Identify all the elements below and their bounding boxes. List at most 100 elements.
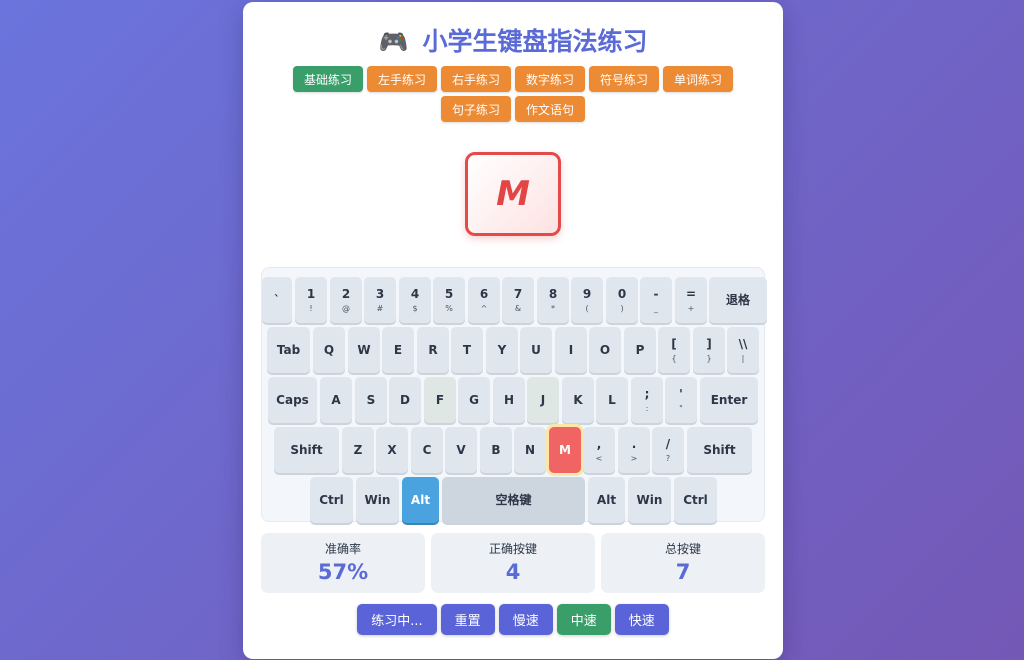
key-sym-0-13[interactable]: 退格: [709, 277, 767, 323]
key-label: 4: [410, 286, 420, 301]
key-alt[interactable]: Alt: [588, 477, 625, 523]
key-label: ;: [644, 386, 650, 401]
key-caps[interactable]: Caps: [268, 377, 317, 423]
key-e[interactable]: E: [382, 327, 414, 373]
key-win[interactable]: Win: [628, 477, 671, 523]
key-shift-label: ": [679, 403, 683, 413]
mode-sentences-button[interactable]: 句子练习: [440, 96, 511, 122]
mode-words-button[interactable]: 单词练习: [663, 66, 734, 92]
key-1[interactable]: 1!: [295, 277, 327, 323]
key-z[interactable]: Z: [342, 427, 374, 473]
key-shift[interactable]: Shift: [274, 427, 339, 473]
key-shift-label: #: [376, 303, 384, 313]
key-p[interactable]: P: [624, 327, 656, 373]
fast-speed-button[interactable]: 快速: [614, 604, 669, 635]
mode-numbers-button[interactable]: 数字练习: [515, 66, 586, 92]
mode-basic-button[interactable]: 基础练习: [292, 66, 363, 92]
key-sym-1-11[interactable]: [{: [658, 327, 690, 373]
key-label: F: [435, 393, 445, 407]
key-h[interactable]: H: [493, 377, 525, 423]
key-label: Z: [353, 443, 363, 457]
key-5[interactable]: 5%: [433, 277, 465, 323]
key-g[interactable]: G: [458, 377, 490, 423]
key-label: 5: [444, 286, 454, 301]
key-label: S: [366, 393, 376, 407]
key-sym-2-10[interactable]: ;:: [631, 377, 663, 423]
mode-symbols-button[interactable]: 符号练习: [589, 66, 660, 92]
key-alt[interactable]: Alt: [402, 477, 439, 523]
key-w[interactable]: W: [348, 327, 380, 373]
key-x[interactable]: X: [376, 427, 408, 473]
key-l[interactable]: L: [596, 377, 628, 423]
key-label: D: [400, 393, 410, 407]
mode-right-hand-button[interactable]: 右手练习: [440, 66, 511, 92]
mode-left-hand-button[interactable]: 左手练习: [366, 66, 437, 92]
key-shift-label: ?: [665, 453, 671, 463]
key-r[interactable]: R: [417, 327, 449, 373]
key-sym-1-12[interactable]: ]}: [693, 327, 725, 373]
key-6[interactable]: 6 ^: [468, 277, 500, 323]
key-m[interactable]: M: [549, 427, 581, 473]
key-sym-3-10[interactable]: /?: [652, 427, 684, 473]
stats-panel: 准确率 57% 正确按键 4 总按键 7: [261, 533, 765, 593]
reset-button[interactable]: 重置: [440, 604, 495, 635]
slow-speed-button[interactable]: 慢速: [498, 604, 553, 635]
key-win[interactable]: Win: [356, 477, 399, 523]
key-v[interactable]: V: [445, 427, 477, 473]
key-8[interactable]: 8 *: [537, 277, 569, 323]
key-shift-label: |: [741, 353, 745, 363]
key-shift[interactable]: Shift: [687, 427, 752, 473]
key-enter[interactable]: Enter: [700, 377, 758, 423]
control-bar: 练习中... 重置 慢速 中速 快速: [243, 604, 783, 635]
key-j[interactable]: J: [527, 377, 559, 423]
key-sym-0-0[interactable]: `: [262, 277, 292, 323]
key-2[interactable]: 2 @: [330, 277, 362, 323]
key-n[interactable]: N: [514, 427, 546, 473]
key-label: H: [503, 393, 515, 407]
stat-label: 正确按键: [488, 542, 537, 556]
key-sym-2-11[interactable]: ' ": [665, 377, 697, 423]
page-title: 🎮 小学生键盘指法练习: [243, 26, 783, 58]
key-sym-0-11[interactable]: - _: [640, 277, 672, 323]
key-3[interactable]: 3 #: [364, 277, 396, 323]
mode-composition-button[interactable]: 作文语句: [515, 96, 586, 122]
key-t[interactable]: T: [451, 327, 483, 373]
key-label: X: [387, 443, 397, 457]
key-o[interactable]: O: [589, 327, 621, 373]
key-sym-1-13[interactable]: \\ |: [727, 327, 759, 373]
key-label: Shift: [290, 443, 323, 457]
key-ctrl[interactable]: Ctrl: [310, 477, 353, 523]
key-9[interactable]: 9(: [571, 277, 603, 323]
key-sym-3-8[interactable]: , <: [583, 427, 615, 473]
key-sym-0-12[interactable]: = +: [675, 277, 707, 323]
key-0[interactable]: 0): [606, 277, 638, 323]
mode-selector: 基础练习 左手练习 右手练习 数字练习 符号练习 单词练习句子练习 作文语句: [263, 66, 763, 122]
key-d[interactable]: D: [389, 377, 421, 423]
start-practice-button[interactable]: 练习中...: [357, 604, 437, 635]
key-s[interactable]: S: [355, 377, 387, 423]
key-label: Enter: [710, 393, 748, 407]
key-label: O: [599, 343, 611, 357]
key-u[interactable]: U: [520, 327, 552, 373]
key-c[interactable]: C: [411, 427, 443, 473]
key-4[interactable]: 4 $: [399, 277, 431, 323]
key-y[interactable]: Y: [486, 327, 518, 373]
key-sym-4-3[interactable]: 空格键: [442, 477, 585, 523]
medium-speed-button[interactable]: 中速: [556, 604, 611, 635]
key-label: T: [462, 343, 472, 357]
key-f[interactable]: F: [424, 377, 456, 423]
key-shift-label: %: [445, 303, 453, 313]
key-b[interactable]: B: [480, 427, 512, 473]
key-q[interactable]: Q: [313, 327, 345, 373]
key-label: M: [559, 443, 571, 457]
key-shift-label: !: [309, 303, 313, 313]
key-k[interactable]: K: [562, 377, 594, 423]
key-i[interactable]: I: [555, 327, 587, 373]
key-shift-label: }: [706, 353, 712, 363]
key-sym-3-9[interactable]: . >: [618, 427, 650, 473]
key-7[interactable]: 7 &: [502, 277, 534, 323]
key-a[interactable]: A: [320, 377, 352, 423]
key-ctrl[interactable]: Ctrl: [674, 477, 717, 523]
key-label: Win: [636, 493, 663, 507]
key-tab[interactable]: Tab: [267, 327, 310, 373]
